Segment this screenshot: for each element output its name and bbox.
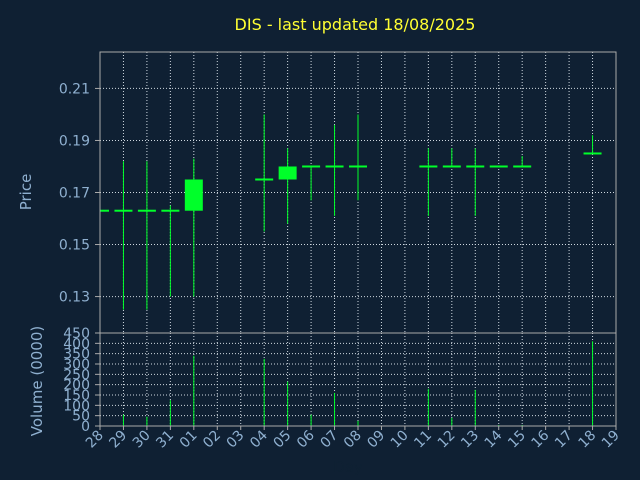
x-tick-label: 02 bbox=[200, 428, 224, 452]
candle-body bbox=[419, 165, 438, 168]
x-tick-label: 30 bbox=[130, 428, 154, 452]
candle-body bbox=[184, 179, 203, 211]
x-tick-label: 16 bbox=[529, 427, 553, 451]
x-tick-label: 07 bbox=[317, 428, 341, 452]
candle-body bbox=[349, 165, 367, 168]
candle-body bbox=[255, 178, 274, 181]
price-y-axis-label: Price bbox=[17, 174, 35, 211]
price-y-tick-label: 0.13 bbox=[59, 290, 90, 306]
x-axis-label: Day bbox=[333, 458, 363, 476]
price-y-axis-ticks: 0.13 0.15 0.17 0.19 0.21 bbox=[59, 81, 100, 306]
x-tick-label: 10 bbox=[388, 428, 412, 452]
x-tick-label: 17 bbox=[552, 428, 576, 452]
x-tick-label: 03 bbox=[224, 428, 248, 452]
price-y-tick-label: 0.15 bbox=[59, 238, 90, 254]
x-tick-label: 04 bbox=[247, 427, 271, 451]
x-tick-label: 09 bbox=[364, 428, 388, 452]
volume-y-axis-label: Volume (0000) bbox=[28, 326, 46, 436]
x-tick-label: 15 bbox=[505, 428, 529, 452]
x-tick-label: 29 bbox=[106, 428, 130, 452]
candle-body bbox=[466, 165, 485, 168]
volume-y-tick-label: 450 bbox=[63, 326, 90, 342]
x-tick-label: 01 bbox=[177, 428, 201, 452]
x-tick-label: 31 bbox=[153, 428, 177, 452]
x-tick-label: 11 bbox=[411, 428, 435, 452]
stock-chart: DIS - last updated 18/08/2025 0.130.150.… bbox=[17, 15, 623, 476]
volume-grid bbox=[100, 333, 616, 426]
price-y-tick-label: 0.17 bbox=[59, 186, 90, 202]
candle-body bbox=[302, 165, 321, 168]
x-tick-label: 19 bbox=[599, 428, 623, 452]
candle-body bbox=[583, 152, 602, 155]
price-candles bbox=[100, 114, 602, 310]
price-y-tick-label: 0.21 bbox=[59, 81, 90, 97]
candle-body bbox=[100, 209, 109, 212]
price-y-tick-label: 0.19 bbox=[59, 133, 90, 149]
volume-y-axis-ticks: 050100150200250300350400450 bbox=[63, 326, 100, 435]
candle-body bbox=[489, 165, 508, 168]
candle-body bbox=[161, 209, 180, 212]
candle-body bbox=[114, 209, 133, 212]
x-tick-label: 05 bbox=[271, 428, 295, 452]
candle-body bbox=[278, 166, 297, 180]
volume-plot-frame bbox=[99, 332, 617, 427]
x-axis-ticks: 28 29 30 31 01 02 03 04 05 06 07 08 09 10 11 12 13 14 15 16… bbox=[83, 426, 623, 451]
x-tick-label: 13 bbox=[458, 428, 482, 452]
candle-body bbox=[137, 209, 156, 212]
chart-title: DIS - last updated 18/08/2025 bbox=[235, 15, 476, 34]
x-tick-label: 12 bbox=[435, 428, 459, 452]
candle-body bbox=[513, 165, 532, 168]
candle-body bbox=[442, 165, 461, 168]
x-tick-label: 06 bbox=[294, 427, 318, 451]
candle-body bbox=[325, 165, 344, 168]
x-tick-label: 18 bbox=[575, 428, 599, 452]
x-tick-label: 14 bbox=[482, 427, 506, 451]
x-tick-label: 08 bbox=[341, 428, 365, 452]
